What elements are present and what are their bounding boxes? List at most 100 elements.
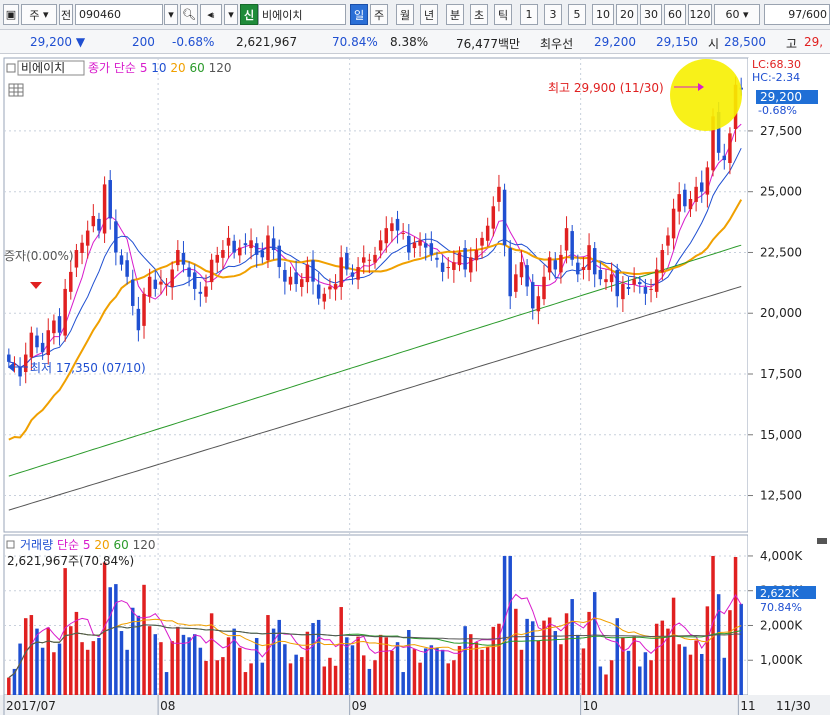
candle-body[interactable]	[23, 354, 28, 373]
volume-bar[interactable]	[40, 647, 45, 695]
candle-body[interactable]	[232, 240, 236, 253]
candle-body[interactable]	[52, 320, 56, 334]
candle-body[interactable]	[91, 216, 96, 227]
candle-body[interactable]	[587, 245, 591, 270]
candle-body[interactable]	[316, 284, 321, 299]
candle-body[interactable]	[643, 286, 648, 294]
candle-body[interactable]	[423, 243, 428, 248]
volume-bar[interactable]	[18, 643, 22, 695]
candle-body[interactable]	[260, 250, 265, 258]
candle-body[interactable]	[722, 155, 727, 161]
candle-body[interactable]	[80, 242, 84, 253]
candle-body[interactable]	[125, 260, 129, 277]
volume-bar[interactable]	[153, 634, 158, 695]
volume-bar[interactable]	[131, 607, 135, 695]
volume-bar[interactable]	[198, 647, 203, 695]
volume-bar[interactable]	[660, 620, 665, 695]
volume-bar[interactable]	[46, 627, 50, 695]
volume-bar[interactable]	[69, 626, 73, 695]
candle-body[interactable]	[266, 235, 270, 261]
interval-button-10[interactable]: 10	[592, 4, 614, 25]
candle-body[interactable]	[283, 269, 287, 282]
candle-body[interactable]	[69, 271, 73, 292]
volume-bar[interactable]	[91, 641, 96, 695]
candle-body[interactable]	[457, 252, 462, 266]
candle-body[interactable]	[514, 274, 518, 292]
candle-body[interactable]	[294, 272, 298, 285]
candle-body[interactable]	[632, 279, 636, 285]
candle-body[interactable]	[429, 243, 434, 255]
candle-body[interactable]	[271, 238, 276, 251]
candle-body[interactable]	[333, 284, 338, 290]
candle-body[interactable]	[305, 264, 310, 283]
volume-bar[interactable]	[519, 649, 524, 695]
candle-body[interactable]	[373, 254, 377, 263]
candle-body[interactable]	[508, 248, 512, 297]
volume-bar[interactable]	[435, 647, 439, 695]
candle-body[interactable]	[40, 342, 45, 353]
candle-body[interactable]	[57, 316, 62, 333]
candle-body[interactable]	[570, 231, 574, 260]
candle-body[interactable]	[345, 252, 349, 270]
volume-bar[interactable]	[559, 644, 563, 695]
volume-bar[interactable]	[74, 611, 79, 695]
volume-bar[interactable]	[29, 615, 34, 695]
candle-body[interactable]	[159, 281, 163, 285]
volume-bar[interactable]	[373, 660, 377, 695]
period-tab-week[interactable]: 주	[370, 4, 388, 25]
candle-body[interactable]	[581, 267, 586, 270]
volume-bar[interactable]	[739, 603, 743, 695]
chart-menu-icon[interactable]: ▣	[3, 4, 19, 25]
candle-body[interactable]	[35, 335, 39, 348]
volume-bar[interactable]	[508, 555, 512, 695]
volume-bar[interactable]	[716, 594, 721, 695]
candle-body[interactable]	[238, 247, 242, 256]
candle-body[interactable]	[356, 267, 360, 280]
candle-body[interactable]	[480, 237, 484, 246]
volume-bar[interactable]	[243, 672, 248, 695]
volume-bar[interactable]	[694, 640, 698, 695]
volume-bar[interactable]	[542, 620, 546, 695]
candle-body[interactable]	[553, 260, 558, 270]
candle-body[interactable]	[367, 259, 372, 261]
candle-body[interactable]	[288, 276, 293, 285]
volume-bar[interactable]	[688, 654, 693, 695]
volume-bar[interactable]	[266, 615, 270, 695]
volume-bar[interactable]	[654, 623, 659, 695]
volume-bar[interactable]	[423, 648, 428, 695]
volume-bar[interactable]	[722, 657, 727, 695]
volume-bar[interactable]	[587, 611, 591, 695]
candle-body[interactable]	[485, 225, 490, 241]
volume-bar[interactable]	[356, 636, 360, 695]
volume-bar[interactable]	[80, 642, 84, 695]
volume-bar[interactable]	[328, 657, 332, 695]
volume-bar[interactable]	[728, 610, 732, 695]
candle-body[interactable]	[621, 284, 625, 300]
volume-bar[interactable]	[615, 618, 619, 695]
candle-body[interactable]	[683, 189, 687, 207]
volume-bar[interactable]	[700, 653, 704, 695]
volume-bar[interactable]	[35, 628, 39, 695]
volume-bar[interactable]	[604, 674, 608, 695]
volume-bar[interactable]	[333, 665, 338, 695]
volume-bar[interactable]	[7, 677, 11, 695]
volume-bar[interactable]	[452, 660, 456, 695]
candle-body[interactable]	[525, 265, 529, 287]
volume-bar[interactable]	[480, 649, 484, 695]
candle-body[interactable]	[18, 367, 22, 377]
candle-body[interactable]	[446, 267, 450, 269]
candle-body[interactable]	[463, 248, 467, 270]
candle-body[interactable]	[85, 230, 90, 246]
candle-body[interactable]	[598, 269, 603, 280]
stock-code-input[interactable]: 090460	[75, 4, 163, 25]
volume-bar[interactable]	[254, 637, 259, 695]
volume-bar[interactable]	[626, 650, 631, 695]
candle-body[interactable]	[700, 182, 704, 192]
chart-area[interactable]: 12,500 15,000 17,500 20,000 22,500 25,000 27,5…	[0, 54, 830, 715]
stock-chart-svg[interactable]: 12,500 15,000 17,500 20,000 22,500 25,000 27,5…	[0, 54, 830, 715]
candle-body[interactable]	[46, 330, 50, 356]
volume-bar[interactable]	[52, 652, 56, 695]
volume-bar[interactable]	[390, 650, 394, 695]
volume-bar[interactable]	[418, 662, 422, 695]
volume-bar[interactable]	[350, 645, 355, 695]
